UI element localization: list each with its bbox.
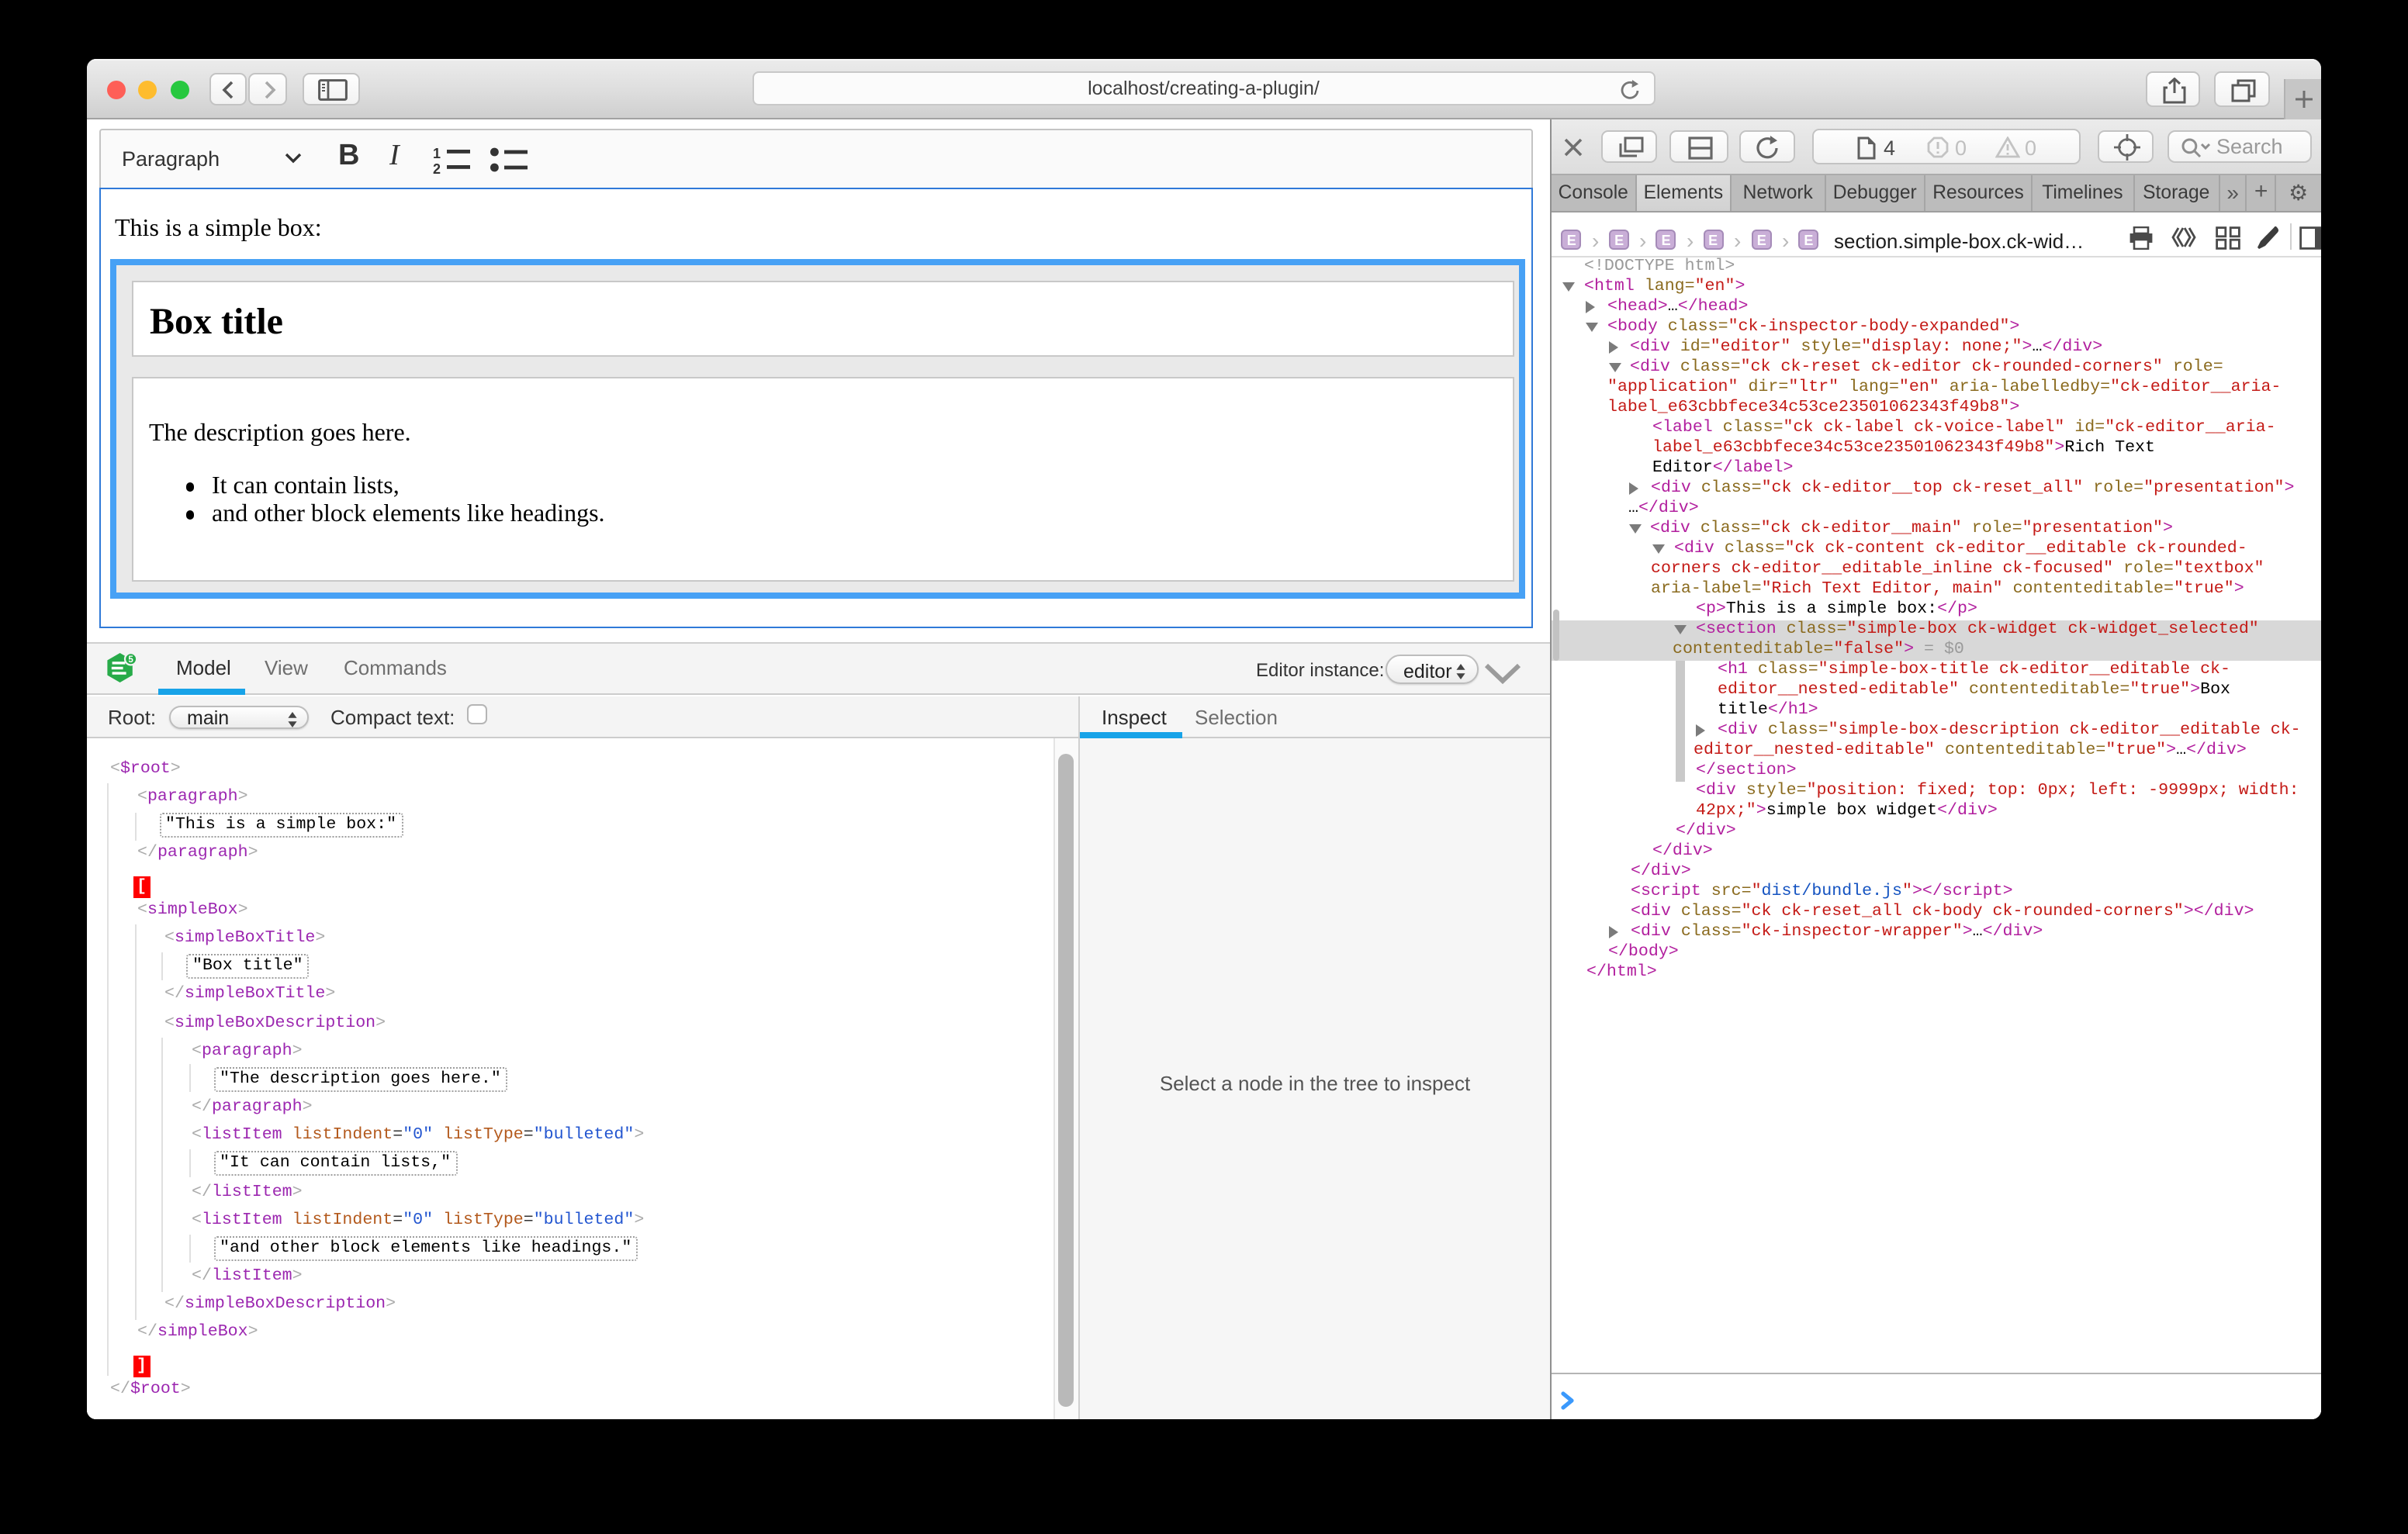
svg-text:5: 5 bbox=[128, 654, 133, 664]
svg-text:2: 2 bbox=[433, 161, 441, 175]
svg-text:1: 1 bbox=[433, 146, 441, 161]
